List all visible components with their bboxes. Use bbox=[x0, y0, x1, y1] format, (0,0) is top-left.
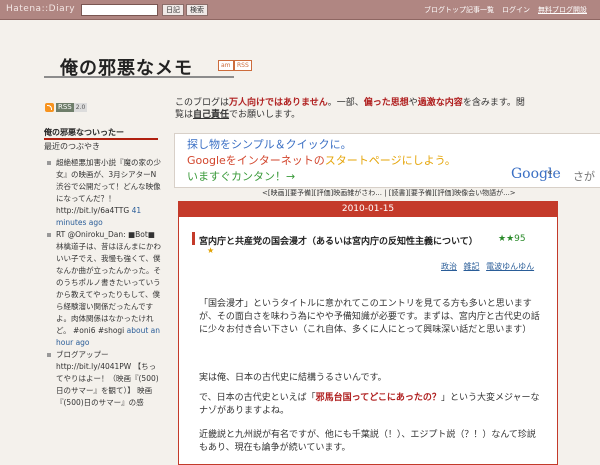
search-button[interactable]: 検索 bbox=[186, 4, 208, 16]
tweet-text[interactable]: RT @Oniroku_Dan: ■Bot■ 林檎道子は、昔はほんまにかわいい子… bbox=[56, 230, 161, 335]
entry-paragraph: で、日本の古代史といえば「邪馬台国ってどこにあったの？」という大変メジャーなナゾ… bbox=[199, 393, 540, 416]
diary-button[interactable]: 日記 bbox=[162, 4, 184, 16]
ad-line-2: Googleをインターネットのスタートページにしよう。 bbox=[187, 154, 456, 167]
blog-disclaimer: このブログは万人向けではありません。一部、偏った思想や過激な内容を含みます。閲覧… bbox=[175, 98, 525, 120]
ad-line-3: いますぐカンタン！→ bbox=[187, 170, 296, 183]
sidebar-divider bbox=[44, 138, 158, 140]
sidebar-heading[interactable]: 俺の邪悪なついったー bbox=[44, 127, 124, 138]
chevron-left-icon[interactable]: « bbox=[547, 168, 553, 178]
hatena-logo[interactable]: Hatena::Diary bbox=[6, 4, 75, 14]
tweet-item: RT @Oniroku_Dan: ■Bot■ 林檎道子は、昔はほんまにかわいい子… bbox=[46, 229, 161, 349]
ad-line-1: 探し物をシンプル＆クイックに。 bbox=[187, 138, 352, 151]
blog-entry: 2010-01-15 宮内庁と共産党の国会漫才（あるいは宮内庁の反知性主義につい… bbox=[178, 201, 558, 465]
entry-paragraph: 近畿説と九州説が有名ですが、他にも千葉説（！）、エジプト説（？！）なんて珍説もあ… bbox=[199, 430, 536, 453]
rss-label: RSS bbox=[56, 103, 74, 112]
tweet-item: ブログアップー http://bit.ly/4041PW 【ちってやりはよー！（… bbox=[46, 349, 161, 409]
add-star-icon[interactable]: ★ bbox=[207, 246, 214, 255]
hatena-star[interactable]: ★★95 bbox=[498, 234, 526, 244]
google-ad-banner[interactable]: 探し物をシンプル＆クイックに。 Googleをインターネットのスタートページにし… bbox=[174, 133, 600, 188]
tweet-item: 超絶極悪加害小説『魔の家の少女』の映画が、3月シアターN渋谷で公開だって！どんな… bbox=[46, 157, 161, 229]
category-link[interactable]: 電波ゆんゆん bbox=[486, 262, 534, 271]
entry-date[interactable]: 2010-01-15 bbox=[179, 202, 557, 217]
title-underline bbox=[44, 76, 234, 78]
ad-search-text: さが bbox=[573, 170, 595, 183]
category-link[interactable]: 雑記 bbox=[464, 262, 480, 271]
related-entries-nav[interactable]: <[映画][要予備][評価]映画雑がさわ... | [読書][要予備][評価]映… bbox=[262, 188, 516, 198]
sidebar-subheading: 最近のつぶやき bbox=[44, 142, 100, 151]
free-blog-link[interactable]: 無料ブログ開設 bbox=[538, 5, 587, 15]
entry-categories: 政治 雑記 電波ゆんゆん bbox=[437, 261, 534, 272]
tweet-text[interactable]: 超絶極悪加害小説『魔の家の少女』の映画が、3月シアターN渋谷で公開だって！どんな… bbox=[56, 158, 161, 215]
article-list-link[interactable]: 記事一覧 bbox=[466, 5, 494, 15]
entry-paragraph: 「国会漫才」というタイトルに意かれてこのエントリを見てる方も多いと思いますが、そ… bbox=[199, 299, 540, 335]
tweet-list: 超絶極悪加害小説『魔の家の少女』の映画が、3月シアターN渋谷で公開だって！どんな… bbox=[46, 157, 161, 409]
login-link[interactable]: ログイン bbox=[502, 5, 530, 15]
tweet-text[interactable]: ブログアップー http://bit.ly/4041PW 【ちってやりはよー！（… bbox=[56, 350, 159, 407]
search-input[interactable] bbox=[81, 4, 158, 16]
entry-title[interactable]: 宮内庁と共産党の国会漫才（あるいは宮内庁の反知性主義について） bbox=[199, 234, 478, 247]
rss-tag-icon[interactable]: RSS bbox=[234, 60, 252, 71]
entry-paragraph: 実は俺、日本の古代史に結構うるさいんです。 bbox=[199, 373, 387, 383]
rss-version: 2.0 bbox=[73, 103, 88, 112]
google-logo: Google bbox=[511, 166, 561, 182]
am-tag-icon[interactable]: am bbox=[218, 60, 234, 71]
hatena-topbar: Hatena::Diary 日記 検索 ブログトップ 記事一覧 ログイン 無料ブ… bbox=[0, 0, 600, 20]
title-marker bbox=[192, 232, 195, 245]
rss-badge[interactable]: RSS 2.0 bbox=[45, 103, 95, 114]
category-link[interactable]: 政治 bbox=[441, 262, 457, 271]
rss-icon bbox=[45, 103, 54, 112]
blog-top-link[interactable]: ブログトップ bbox=[424, 5, 466, 15]
